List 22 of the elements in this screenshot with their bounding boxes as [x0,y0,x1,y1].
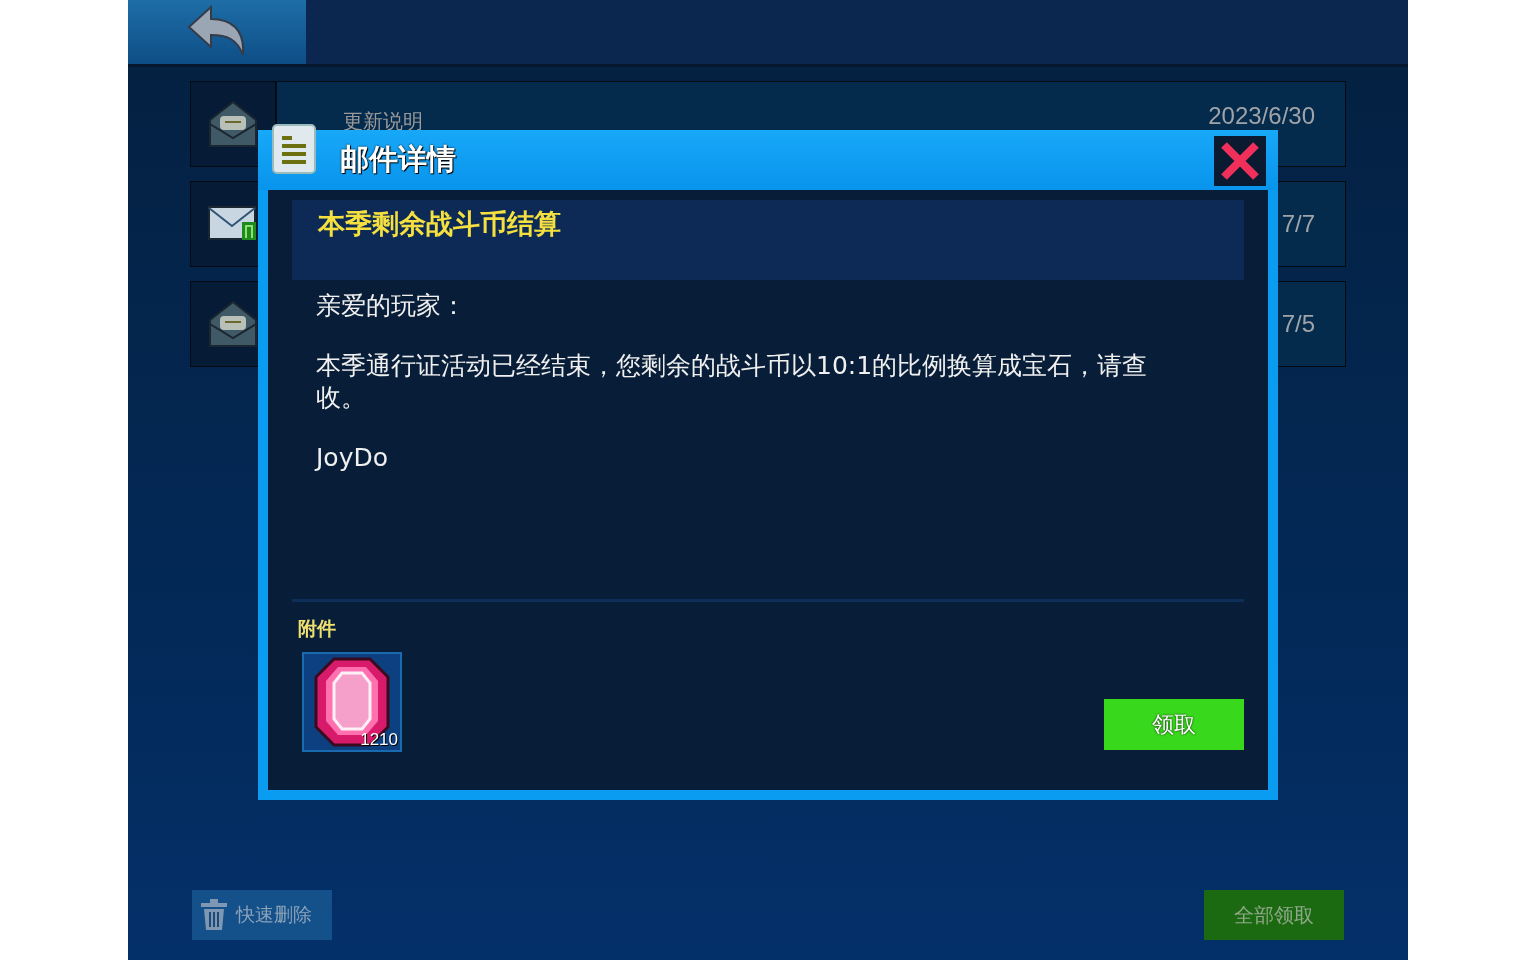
open-envelope-icon [208,300,258,348]
claim-button[interactable]: 领取 [1104,699,1244,750]
claim-all-button[interactable]: 全部领取 [1204,890,1344,940]
mail-paragraph: 本季通行证活动已经结束，您剩余的战斗币以10:1的比例换算成宝石，请查收。 [316,350,1149,414]
trash-icon [200,899,228,931]
close-icon [1220,141,1260,181]
item-count: 1210 [360,730,398,750]
mail-title: 更新说明 [343,108,423,135]
envelope-clip-icon [208,206,258,242]
mail-subject: 本季剩余战斗币结算 [318,208,561,239]
back-button[interactable] [128,0,306,64]
mail-date: 7/5 [1281,310,1315,338]
attachments-label: 附件 [298,616,337,641]
mail-paragraph: 亲爱的玩家： [316,290,467,322]
document-icon [272,124,316,174]
quick-delete-button[interactable]: 快速删除 [192,890,332,940]
mail-date: 7/7 [1281,210,1315,238]
mail-date: 2023/6/30 [1208,102,1315,130]
attachment-item[interactable]: 1210 [302,652,402,752]
open-envelope-icon [208,100,258,148]
mail-paragraph: JoyDo [316,442,389,474]
close-button[interactable] [1214,136,1266,186]
